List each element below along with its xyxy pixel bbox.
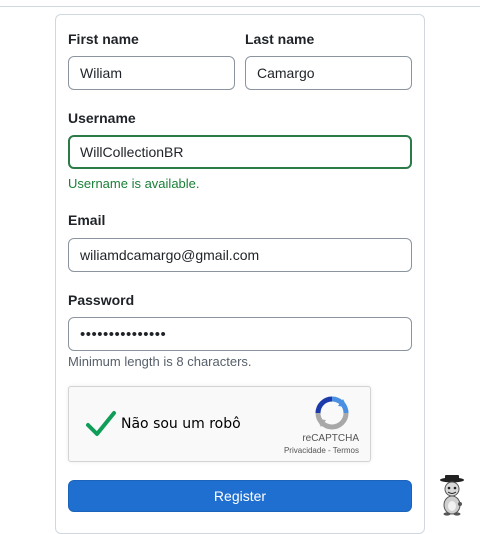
top-divider (0, 6, 480, 7)
register-button[interactable]: Register (68, 480, 412, 512)
username-input[interactable] (68, 135, 412, 169)
recaptcha-label: Não sou um robô (121, 416, 241, 432)
last-name-label: Last name (245, 31, 315, 47)
recaptcha-widget: Não sou um robô reCAPTCHA Privacidade - … (68, 386, 371, 462)
recaptcha-links: Privacidade - Termos (269, 446, 359, 455)
privacy-link[interactable]: Privacidade (284, 446, 326, 455)
email-label: Email (68, 212, 106, 228)
recaptcha-logo-icon (315, 396, 349, 430)
first-name-input[interactable] (68, 56, 235, 90)
password-hint: Minimum length is 8 characters. (68, 354, 252, 369)
username-available-message: Username is available. (68, 176, 200, 191)
password-label: Password (68, 292, 135, 308)
first-name-label: First name (68, 31, 139, 47)
terms-link[interactable]: Termos (333, 446, 359, 455)
recaptcha-brand: reCAPTCHA (302, 433, 359, 444)
mascot-icon (440, 475, 464, 516)
last-name-input[interactable] (245, 56, 412, 90)
checkmark-icon[interactable] (85, 409, 117, 439)
links-separator: - (328, 446, 331, 455)
email-input[interactable] (68, 238, 412, 272)
username-label: Username (68, 110, 136, 126)
password-input[interactable] (68, 317, 412, 351)
